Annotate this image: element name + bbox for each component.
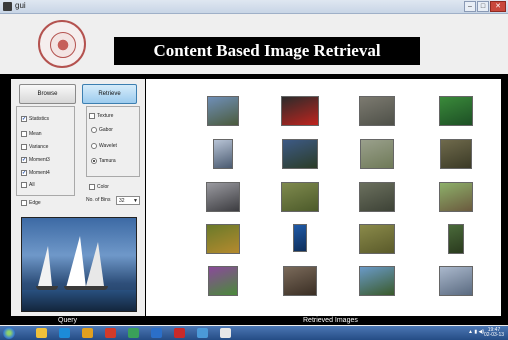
statistics-checkbox[interactable]: ✓ Statistics	[21, 116, 49, 122]
chevron-down-icon: ▼	[133, 198, 138, 204]
retrieved-thumb-trees-sky	[359, 266, 395, 296]
checkbox-label: Moment3	[29, 157, 50, 163]
retrieved-thumb-grass-field	[281, 182, 319, 212]
retrieved-thumb-green-scene	[439, 96, 473, 126]
moment3-checkbox[interactable]: ✓ Moment3	[21, 157, 50, 163]
radio-circle	[91, 143, 97, 149]
checkbox-label: Texture	[97, 113, 114, 119]
variance-checkbox[interactable]: Variance	[21, 144, 48, 150]
gabor-radio[interactable]: Gabor	[91, 127, 113, 133]
retrieved-thumb-house	[439, 182, 473, 212]
start-button[interactable]	[3, 327, 15, 339]
checkbox-box	[21, 131, 27, 137]
app-window: gui – □ ✕ Content Based Image Retrieval …	[0, 0, 508, 340]
sailboat-hull	[36, 286, 58, 290]
retrieved-thumb-tall-tree	[448, 224, 464, 254]
retrieved-thumb-field-plain	[359, 224, 395, 254]
checkbox-label: Statistics	[29, 116, 50, 122]
edge-checkbox[interactable]: Edge	[21, 200, 41, 206]
banner-title: Content Based Image Retrieval	[153, 41, 381, 60]
retrieved-thumb-rock-wall	[359, 182, 395, 212]
retrieved-thumb-building-small	[213, 139, 233, 169]
taskbar-app-icon[interactable]	[220, 328, 231, 338]
taskbar-app-icon[interactable]	[59, 328, 70, 338]
bins-label: No. of Bins	[86, 197, 111, 203]
retrieved-thumb-autumn-tree	[206, 224, 240, 254]
radio-label: Gabor	[99, 127, 113, 133]
checkbox-label: Color	[97, 184, 109, 190]
retrieved-thumb-bushes	[440, 139, 472, 169]
retrieved-thumb-waterfall	[293, 224, 307, 252]
taskbar-app-icon[interactable]	[128, 328, 139, 338]
sea-water	[22, 290, 136, 311]
taskbar-app-icon[interactable]	[174, 328, 185, 338]
taskbar-app-icon[interactable]	[82, 328, 93, 338]
checkbox-box	[21, 182, 27, 188]
query-caption: Query	[58, 317, 78, 324]
mean-checkbox[interactable]: Mean	[21, 131, 42, 137]
checkbox-label: Variance	[29, 144, 49, 150]
institute-logo	[38, 20, 86, 68]
retrieved-thumb-plants	[360, 139, 394, 169]
retrieved-thumb-flowers	[208, 266, 238, 296]
bins-select[interactable]: 32 ▼	[116, 196, 140, 205]
logo-emblem	[50, 32, 76, 58]
checkbox-box: ✓	[21, 170, 27, 176]
matlab-figure-icon	[3, 2, 12, 11]
query-image	[21, 217, 137, 312]
title-bar: gui – □ ✕	[0, 0, 508, 14]
checkbox-box	[89, 113, 95, 119]
clock-date: 02-03-13	[483, 332, 504, 338]
taskbar: ▲ ▮ ◀) 19:47 02-03-13	[0, 326, 508, 340]
tamura-radio[interactable]: Tamura	[91, 158, 116, 164]
retrieved-images-panel	[146, 79, 501, 316]
color-checkbox[interactable]: Color	[89, 184, 109, 190]
retrieved-thumb-people	[283, 266, 317, 296]
radio-circle	[91, 127, 97, 133]
taskbar-app-icon[interactable]	[151, 328, 162, 338]
all-checkbox[interactable]: All	[21, 182, 35, 188]
checkbox-box: ✓	[21, 157, 27, 163]
taskbar-app-icon[interactable]	[105, 328, 116, 338]
texture-checkbox[interactable]: Texture	[89, 113, 113, 119]
checkbox-box	[21, 200, 27, 206]
maximize-button[interactable]: □	[477, 1, 489, 12]
window-controls: – □ ✕	[464, 1, 506, 12]
sailboat-hull	[84, 286, 108, 290]
wavelet-radio[interactable]: Wavelet	[91, 143, 117, 149]
sailboat-sail	[38, 246, 52, 286]
minimize-button[interactable]: –	[464, 1, 476, 12]
window-title: gui	[15, 1, 26, 10]
checkbox-label: Edge	[29, 200, 41, 206]
sailboat-sail	[66, 236, 86, 288]
checkbox-box	[89, 184, 95, 190]
radio-circle	[91, 158, 97, 164]
tray-icons: ▲ ▮ ◀)	[468, 329, 484, 335]
checkbox-label: All	[29, 182, 35, 188]
bins-value: 32	[119, 198, 125, 204]
title-banner: Content Based Image Retrieval	[114, 37, 420, 65]
retrieved-thumb-rock-pile	[359, 96, 395, 126]
checkbox-label: Mean	[29, 131, 42, 137]
clock: 19:47 02-03-13	[484, 328, 504, 338]
retrieved-caption: Retrieved Images	[303, 317, 358, 324]
retrieve-button[interactable]: Retrieve	[82, 84, 137, 104]
retrieved-thumb-red-car	[281, 96, 319, 126]
retrieved-thumb-clouds	[439, 266, 473, 296]
close-button[interactable]: ✕	[490, 1, 506, 12]
retrieved-thumb-coastline	[282, 139, 318, 169]
retrieved-thumb-mountain-lake	[207, 96, 239, 126]
browse-button[interactable]: Browse	[19, 84, 76, 104]
checkbox-box: ✓	[21, 116, 27, 122]
radio-label: Wavelet	[99, 143, 117, 149]
taskbar-app-icon[interactable]	[197, 328, 208, 338]
sailboat-sail	[86, 242, 104, 286]
checkbox-label: Moment4	[29, 170, 50, 176]
checkbox-box	[21, 144, 27, 150]
moment4-checkbox[interactable]: ✓ Moment4	[21, 170, 50, 176]
radio-label: Tamura	[99, 158, 116, 164]
retrieved-thumb-indoor-objects	[206, 182, 240, 212]
taskbar-app-icon[interactable]	[36, 328, 47, 338]
